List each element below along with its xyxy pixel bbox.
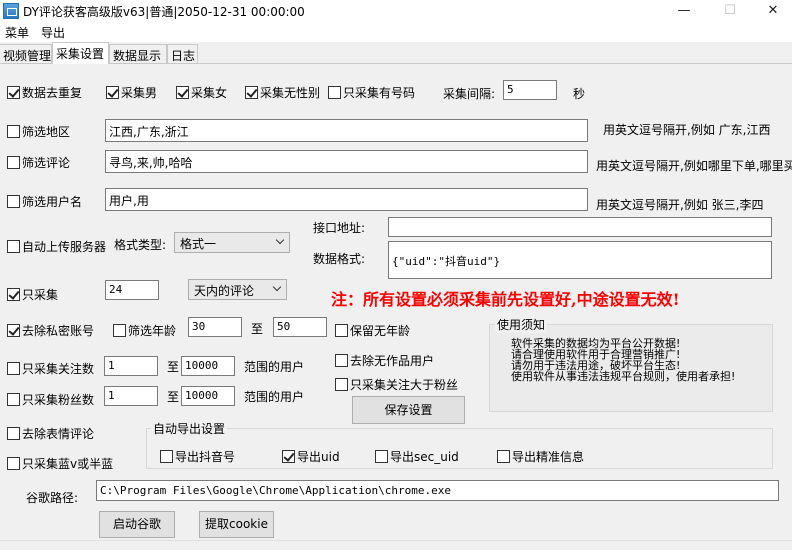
maximize-button[interactable]: ☐ xyxy=(716,2,744,20)
data-format-input[interactable]: {"uid":"抖音uid"} xyxy=(388,241,772,279)
checkbox-checked-icon xyxy=(282,450,295,463)
format-type-select[interactable]: 格式一 xyxy=(174,232,290,253)
checkbox-checked-icon xyxy=(176,86,189,99)
days-input[interactable]: 24 xyxy=(105,280,159,300)
checkbox-empty-icon xyxy=(113,324,126,337)
collect-nogender-checkbox[interactable]: 采集无性别 xyxy=(245,84,320,101)
checkbox-empty-icon xyxy=(328,86,341,99)
age-to-input[interactable]: 50 xyxy=(273,317,327,337)
status-divider xyxy=(0,540,792,550)
export-uid-checkbox[interactable]: 导出uid xyxy=(282,448,340,465)
interval-input[interactable]: 5 xyxy=(503,80,557,100)
comment-hint: 用英文逗号隔开,例如哪里下单,哪里买 xyxy=(596,159,792,173)
menu-bar xyxy=(0,22,792,42)
checkbox-checked-icon xyxy=(7,324,20,337)
api-address-label: 接口地址: xyxy=(313,221,366,235)
age-from-input[interactable]: 30 xyxy=(188,317,242,337)
auto-export-group xyxy=(146,428,773,469)
region-filter-checkbox[interactable]: 筛选地区 xyxy=(7,123,70,140)
chrome-path-input[interactable]: C:\Program Files\Google\Chrome\Applicati… xyxy=(96,480,779,501)
checkbox-empty-icon xyxy=(335,378,348,391)
blue-v-checkbox[interactable]: 只采集蓝v或半蓝 xyxy=(7,455,113,472)
window-title: DY评论获客高级版v63|普通|2050-12-31 00:00:00 xyxy=(23,5,305,19)
checkbox-empty-icon xyxy=(7,156,20,169)
fans-to-input[interactable]: 10000 xyxy=(181,386,235,406)
checkbox-checked-icon xyxy=(106,86,119,99)
follow-from-input[interactable]: 1 xyxy=(104,356,158,376)
region-filter-input[interactable]: 江西,广东,浙江 xyxy=(105,119,588,142)
chevron-down-icon xyxy=(275,235,285,245)
api-address-input[interactable] xyxy=(388,217,772,237)
checkbox-empty-icon xyxy=(7,195,20,208)
checkbox-empty-icon xyxy=(375,450,388,463)
checkbox-empty-icon xyxy=(7,240,20,253)
tab-log[interactable]: 日志 xyxy=(167,44,198,63)
interval-label: 采集间隔: xyxy=(443,87,496,101)
checkbox-empty-icon xyxy=(7,362,20,375)
export-precise-checkbox[interactable]: 导出精准信息 xyxy=(497,448,584,465)
phone-only-checkbox[interactable]: 只采集有号码 xyxy=(328,84,415,101)
close-button[interactable]: ✕ xyxy=(759,2,787,20)
minimize-button[interactable]: — xyxy=(670,2,698,20)
follow-to-input[interactable]: 10000 xyxy=(181,356,235,376)
usage-notice-title: 使用须知 xyxy=(495,316,548,333)
region-hint: 用英文逗号隔开,例如 广东,江西 xyxy=(603,123,771,137)
collect-female-checkbox[interactable]: 采集女 xyxy=(176,84,227,101)
keep-no-age-checkbox[interactable]: 保留无年龄 xyxy=(335,322,410,339)
collect-male-checkbox[interactable]: 采集男 xyxy=(106,84,157,101)
age-to-label: 至 xyxy=(251,322,264,336)
follow-suffix: 范围的用户 xyxy=(244,360,305,374)
username-hint: 用英文逗号隔开,例如 张三,李四 xyxy=(596,198,764,212)
format-type-label: 格式类型: xyxy=(114,238,167,252)
export-sec-uid-checkbox[interactable]: 导出sec_uid xyxy=(375,448,459,465)
period-select[interactable]: 天内的评论 xyxy=(188,279,287,300)
checkbox-checked-icon xyxy=(7,86,20,99)
age-filter-checkbox[interactable]: 筛选年龄 xyxy=(113,322,176,339)
auto-upload-checkbox[interactable]: 自动上传服务器 xyxy=(7,238,106,255)
interval-unit: 秒 xyxy=(573,87,586,101)
follow-count-checkbox[interactable]: 只采集关注数 xyxy=(7,360,94,377)
dedupe-checkbox[interactable]: 数据去重复 xyxy=(7,84,82,101)
comment-filter-checkbox[interactable]: 筛选评论 xyxy=(7,154,70,171)
checkbox-checked-icon xyxy=(7,288,20,301)
tab-video-management[interactable]: 视频管理 xyxy=(0,44,52,63)
username-filter-checkbox[interactable]: 筛选用户名 xyxy=(7,193,82,210)
only-collect-checkbox[interactable]: 只采集 xyxy=(7,286,58,303)
checkbox-empty-icon xyxy=(7,427,20,440)
checkbox-empty-icon xyxy=(160,450,173,463)
checkbox-empty-icon xyxy=(7,125,20,138)
chevron-down-icon xyxy=(272,282,282,292)
save-settings-button[interactable]: 保存设置 xyxy=(352,396,465,424)
menu-item-export[interactable]: 导出 xyxy=(41,24,65,41)
usage-line-4: 使用软件从事违法违规平台规则，使用者承担! xyxy=(511,370,736,383)
checkbox-empty-icon xyxy=(7,393,20,406)
settings-notice: 注：所有设置必须采集前先设置好,中途设置无效! xyxy=(331,290,680,309)
checkbox-checked-icon xyxy=(245,86,258,99)
follow-to-label: 至 xyxy=(167,360,180,374)
app-icon xyxy=(3,3,19,19)
remove-emoji-checkbox[interactable]: 去除表情评论 xyxy=(7,425,94,442)
fans-to-label: 至 xyxy=(167,390,180,404)
fans-count-checkbox[interactable]: 只采集粉丝数 xyxy=(7,391,94,408)
menu-item-menu[interactable]: 菜单 xyxy=(5,24,29,41)
username-filter-input[interactable]: 用户,用 xyxy=(105,188,588,211)
fans-from-input[interactable]: 1 xyxy=(104,386,158,406)
extract-cookie-button[interactable]: 提取cookie xyxy=(199,511,274,538)
follow-gt-fans-checkbox[interactable]: 只采集关注大于粉丝 xyxy=(335,376,458,393)
data-format-label: 数据格式: xyxy=(313,252,366,266)
chrome-path-label: 谷歌路径: xyxy=(26,491,79,505)
checkbox-empty-icon xyxy=(335,324,348,337)
auto-export-title: 自动导出设置 xyxy=(151,420,228,437)
export-douyin-id-checkbox[interactable]: 导出抖音号 xyxy=(160,448,235,465)
tab-data-display[interactable]: 数据显示 xyxy=(109,44,167,63)
checkbox-empty-icon xyxy=(7,457,20,470)
remove-private-checkbox[interactable]: 去除私密账号 xyxy=(7,322,94,339)
tab-collect-settings[interactable]: 采集设置 xyxy=(52,42,109,64)
checkbox-empty-icon xyxy=(335,354,348,367)
remove-no-works-checkbox[interactable]: 去除无作品用户 xyxy=(335,352,434,369)
launch-chrome-button[interactable]: 启动谷歌 xyxy=(99,511,175,538)
fans-suffix: 范围的用户 xyxy=(244,390,305,404)
comment-filter-input[interactable]: 寻鸟,来,帅,哈哈 xyxy=(105,150,588,173)
checkbox-empty-icon xyxy=(497,450,510,463)
